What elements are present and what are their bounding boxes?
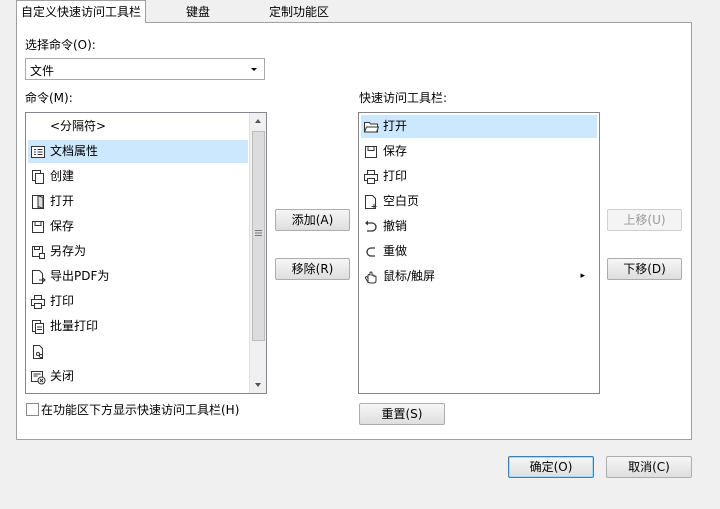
select-command-dropdown[interactable]: 文件: [25, 58, 265, 80]
list-item[interactable]: 撤销: [361, 215, 597, 238]
list-item[interactable]: <分隔符>: [28, 115, 248, 138]
list-item[interactable]: 保存: [28, 215, 248, 238]
commands-list[interactable]: <分隔符> 文档属性 创建 打开 保存 另存为 导出PDF为 打印 批量打印 关…: [25, 112, 267, 394]
list-item[interactable]: 打开: [28, 190, 248, 213]
reset-button[interactable]: 重置(S): [359, 403, 445, 425]
open-folder-icon: [363, 122, 379, 133]
batch-print-icon: [32, 320, 44, 334]
list-item[interactable]: 文档属性: [28, 140, 248, 163]
submenu-arrow-icon: ▸: [580, 271, 585, 281]
cancel-button[interactable]: 取消(C): [606, 456, 692, 478]
chevron-down-icon: [251, 68, 257, 71]
list-item[interactable]: 批量打印: [28, 315, 248, 338]
commands-scrollbar[interactable]: [249, 113, 266, 393]
list-item[interactable]: 鼠标/触屏 ▸: [361, 265, 597, 288]
add-button[interactable]: 添加(A): [275, 209, 350, 231]
save-as-icon: [32, 246, 45, 259]
save-icon: [32, 221, 44, 233]
print-icon: [364, 170, 378, 184]
close-document-icon: [31, 371, 46, 385]
ok-button[interactable]: 确定(O): [508, 456, 594, 478]
scroll-thumb[interactable]: [252, 131, 265, 341]
quick-access-list[interactable]: 打开 保存 打印 空白页 撤销 重做 鼠标/触屏 ▸: [358, 112, 600, 394]
grip-icon: [255, 230, 262, 236]
list-item[interactable]: 打印: [361, 165, 597, 188]
save-icon: [365, 146, 377, 158]
redo-icon: [366, 247, 375, 257]
remove-button[interactable]: 移除(R): [275, 258, 350, 280]
undo-icon: [365, 220, 377, 232]
scroll-up-arrow-icon[interactable]: [250, 113, 266, 129]
create-icon: [32, 170, 44, 184]
list-item[interactable]: 创建: [28, 165, 248, 188]
select-command-value: 文件: [30, 64, 55, 78]
list-item[interactable]: 空白页: [361, 190, 597, 213]
move-down-button[interactable]: 下移(D): [607, 258, 682, 280]
hand-icon: [364, 271, 377, 284]
tab-keyboard[interactable]: 键盘: [172, 2, 224, 22]
properties-icon: [31, 146, 45, 158]
tab-customize-ribbon[interactable]: 定制功能区: [258, 2, 340, 22]
list-item[interactable]: [28, 340, 248, 363]
move-up-button[interactable]: 上移(U): [607, 209, 682, 231]
commands-label: 命令(M):: [25, 91, 73, 105]
document-link-icon: [33, 345, 44, 359]
list-item[interactable]: 另存为: [28, 240, 248, 263]
list-item[interactable]: 关闭: [28, 365, 248, 388]
quick-access-label: 快速访问工具栏:: [359, 91, 448, 105]
print-icon: [31, 295, 45, 309]
export-pdf-icon: [32, 270, 46, 284]
list-item[interactable]: 打开: [361, 115, 597, 138]
list-item[interactable]: 保存: [361, 140, 597, 163]
list-item[interactable]: 导出PDF为: [28, 265, 248, 288]
show-below-ribbon-checkbox[interactable]: [26, 403, 39, 416]
scroll-down-arrow-icon[interactable]: [250, 377, 266, 393]
list-item[interactable]: 打印: [28, 290, 248, 313]
select-command-label: 选择命令(O):: [25, 38, 96, 52]
tab-customize-quick-access[interactable]: 自定义快速访问工具栏: [16, 0, 146, 23]
show-below-ribbon-label: 在功能区下方显示快速访问工具栏(H): [41, 403, 240, 417]
list-item[interactable]: 重做: [361, 240, 597, 263]
tab-bar: 自定义快速访问工具栏 键盘 定制功能区: [0, 0, 720, 23]
open-icon: [32, 194, 44, 210]
blank-page-icon: [365, 195, 377, 209]
